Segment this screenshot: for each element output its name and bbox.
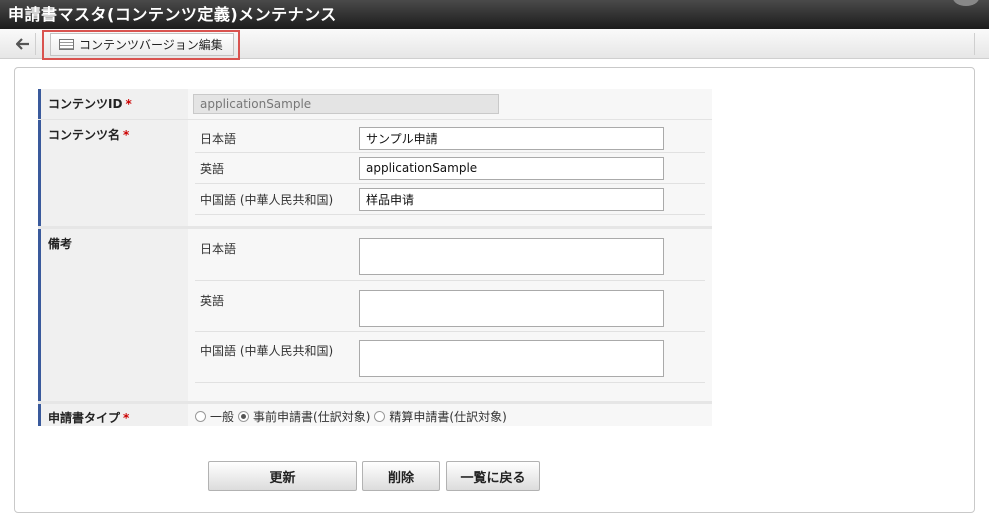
radio-label: 精算申請書(仕訳対象)	[389, 409, 507, 424]
remarks-cell: 日本語 英語 中国語 (中華人民共和国)	[188, 229, 712, 401]
content-form: コンテンツID* コンテンツ名* 日本語 英語 中国語 (中華人民共和国)	[38, 89, 712, 426]
content-id-label: コンテンツID *	[38, 89, 188, 119]
remarks-row-zh: 中国語 (中華人民共和国)	[195, 332, 705, 383]
lang-label: 日本語	[200, 131, 237, 146]
remarks-en-textarea[interactable]	[359, 290, 664, 327]
remarks-row-en: 英語	[195, 281, 705, 332]
row-content-name: コンテンツ名* 日本語 英語 中国語 (中華人民共和国)	[38, 119, 712, 226]
row-app-type: 申請書タイプ * 一般 事前申請書(仕訳対象) 精算申請書(仕訳対象)	[38, 401, 712, 426]
lang-label: 中国語 (中華人民共和国)	[200, 344, 334, 358]
toolbar-divider	[974, 33, 975, 55]
radio-pre-application[interactable]	[238, 410, 250, 422]
lang-label: 英語	[200, 294, 225, 308]
content-name-label: コンテンツ名 *	[38, 120, 188, 226]
remarks-row-ja: 日本語	[195, 229, 705, 281]
required-mark: *	[125, 97, 132, 111]
row-content-id: コンテンツID *	[38, 89, 712, 119]
content-name-cell: 日本語 英語 中国語 (中華人民共和国)	[188, 120, 712, 226]
row-remarks: 備考 日本語 英語 中国語 (中華人民共和国)	[38, 226, 712, 401]
window-titlebar: 申請書マスタ(コンテンツ定義)メンテナンス	[0, 0, 989, 29]
arrow-left-icon	[15, 38, 29, 50]
lang-label: 英語	[200, 161, 225, 176]
radio-label: 事前申請書(仕訳対象)	[253, 409, 371, 424]
back-to-list-button[interactable]: 一覧に戻る	[446, 461, 540, 491]
content-name-row-en: 英語	[195, 153, 705, 184]
back-button[interactable]	[10, 33, 36, 55]
required-mark: *	[123, 128, 130, 142]
app-type-cell: 一般 事前申請書(仕訳対象) 精算申請書(仕訳対象)	[188, 404, 712, 426]
update-button[interactable]: 更新	[208, 461, 357, 491]
required-mark: *	[123, 411, 130, 425]
delete-button[interactable]: 削除	[362, 461, 440, 491]
content-name-en-input[interactable]	[359, 156, 664, 180]
app-type-radio-group: 一般 事前申請書(仕訳対象) 精算申請書(仕訳対象)	[188, 404, 712, 428]
tab-highlight-box	[42, 30, 240, 60]
content-name-zh-input[interactable]	[359, 187, 664, 211]
content-name-row-ja: 日本語	[195, 120, 705, 153]
content-name-row-zh: 中国語 (中華人民共和国)	[195, 184, 705, 215]
lang-label: 中国語 (中華人民共和国)	[200, 192, 334, 207]
window-title: 申請書マスタ(コンテンツ定義)メンテナンス	[8, 5, 337, 24]
remarks-zh-textarea[interactable]	[359, 340, 664, 377]
content-id-cell	[188, 89, 712, 119]
window-corner	[953, 0, 979, 6]
radio-label: 一般	[210, 409, 235, 424]
radio-settlement[interactable]	[374, 410, 386, 422]
remarks-label: 備考	[38, 229, 188, 401]
radio-general[interactable]	[195, 410, 206, 422]
remarks-ja-textarea[interactable]	[359, 238, 664, 275]
content-name-ja-input[interactable]	[359, 126, 664, 150]
lang-label: 日本語	[200, 242, 237, 256]
content-id-field	[193, 94, 499, 114]
app-type-label: 申請書タイプ *	[38, 404, 188, 426]
